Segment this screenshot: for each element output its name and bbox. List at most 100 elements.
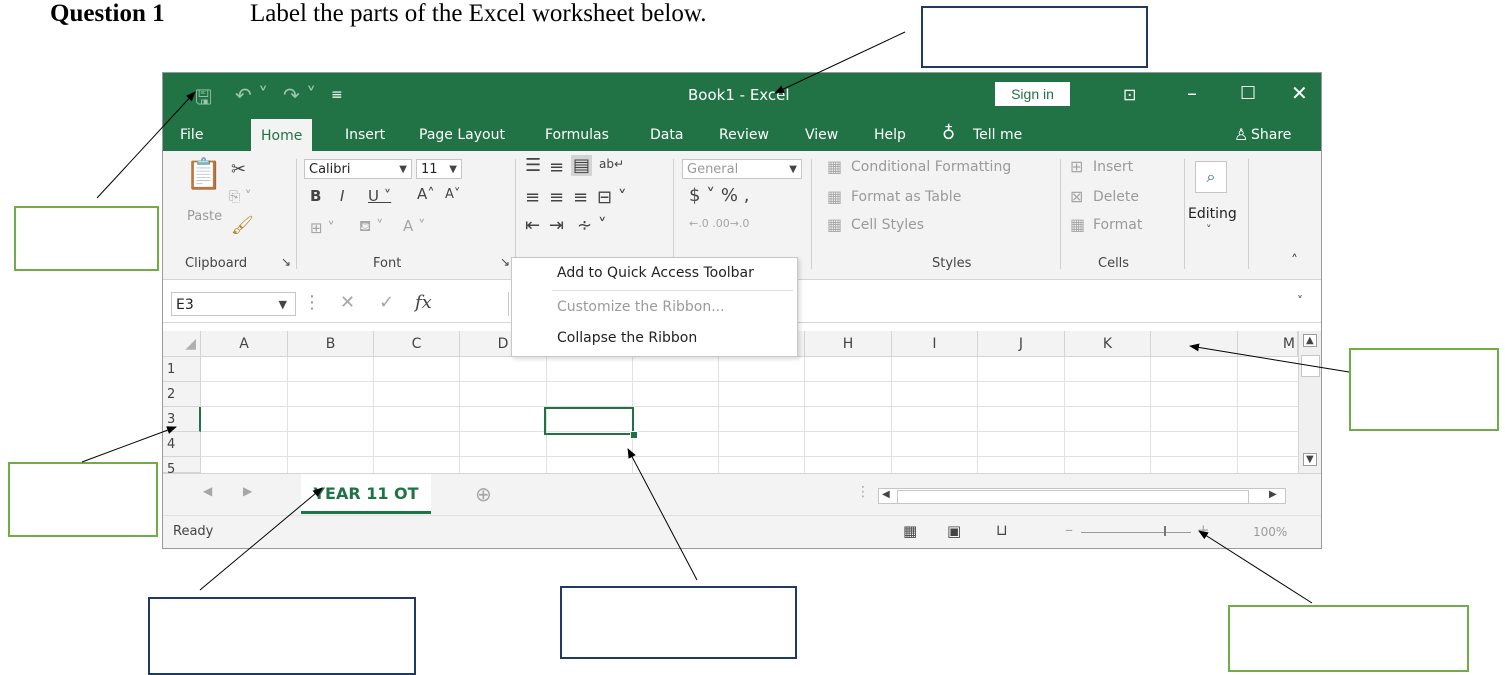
- menu-customize-ribbon[interactable]: Customize the Ribbon...: [557, 299, 725, 315]
- page-break-preview-icon[interactable]: ⊔: [996, 521, 1008, 539]
- bold-icon[interactable]: B: [310, 187, 321, 205]
- sign-in-button[interactable]: Sign in: [995, 82, 1070, 106]
- format-cells-label[interactable]: Format: [1093, 217, 1142, 233]
- tab-review[interactable]: Review: [719, 127, 769, 143]
- row-heading-5[interactable]: 5: [163, 457, 201, 477]
- answer-box-sheet-tab[interactable]: [148, 597, 416, 675]
- minimize-icon[interactable]: –: [1187, 81, 1197, 105]
- enter-icon[interactable]: ✓: [379, 292, 394, 313]
- normal-view-icon[interactable]: ▦: [903, 522, 917, 540]
- undo-icon[interactable]: ↶ ˅: [235, 83, 268, 107]
- zoom-in-icon[interactable]: +: [1197, 521, 1210, 539]
- cut-icon[interactable]: ✂: [231, 159, 246, 180]
- customize-toolbar-icon[interactable]: ≡: [331, 87, 343, 103]
- tab-data[interactable]: Data: [650, 127, 683, 143]
- column-heading-m[interactable]: M: [1238, 331, 1298, 357]
- collapse-ribbon-icon[interactable]: ˄: [1291, 253, 1298, 269]
- answer-box-zoom-slider[interactable]: [1228, 605, 1469, 672]
- horizontal-scrollbar[interactable]: ◀ ▶: [878, 488, 1286, 504]
- paste-icon[interactable]: 📋: [185, 157, 222, 192]
- tab-insert[interactable]: Insert: [345, 127, 385, 143]
- zoom-slider[interactable]: [1081, 532, 1191, 533]
- italic-icon[interactable]: I: [340, 187, 344, 205]
- close-icon[interactable]: ✕: [1291, 81, 1308, 105]
- increase-font-icon[interactable]: A˄: [417, 185, 435, 203]
- answer-box-row-heading[interactable]: [8, 462, 158, 537]
- row-heading-3[interactable]: 3: [163, 407, 201, 432]
- number-format-combo[interactable]: General ▼: [682, 159, 802, 179]
- font-launcher-icon[interactable]: ↘: [500, 255, 510, 269]
- insert-cells-label[interactable]: Insert: [1093, 159, 1133, 175]
- clipboard-launcher-icon[interactable]: ↘: [281, 255, 291, 269]
- zoom-out-icon[interactable]: –: [1065, 520, 1073, 539]
- format-cells-icon[interactable]: ▦: [1070, 215, 1085, 234]
- answer-box-quick-access-toolbar[interactable]: [14, 206, 159, 271]
- column-heading-k[interactable]: K: [1065, 331, 1151, 357]
- active-cell-e3[interactable]: [544, 407, 634, 435]
- center-icon[interactable]: ≡: [549, 187, 564, 208]
- wrap-text-icon[interactable]: ab↵: [599, 157, 624, 171]
- redo-icon[interactable]: ↷ ˅: [283, 83, 316, 107]
- tell-me-search[interactable]: Tell me: [973, 127, 1022, 143]
- align-right-icon[interactable]: ≡: [573, 187, 588, 208]
- tab-help[interactable]: Help: [874, 127, 906, 143]
- select-all-corner[interactable]: ◢: [163, 331, 201, 357]
- next-sheet-icon[interactable]: ▶: [243, 484, 252, 498]
- tab-view[interactable]: View: [805, 127, 838, 143]
- orientation-icon[interactable]: ∻ ˅: [577, 215, 607, 236]
- menu-collapse-ribbon[interactable]: Collapse the Ribbon: [557, 330, 697, 346]
- row-heading-4[interactable]: 4: [163, 432, 201, 457]
- delete-cells-icon[interactable]: ⊠: [1070, 187, 1083, 206]
- tab-home[interactable]: Home: [251, 119, 313, 151]
- format-painter-icon[interactable]: 🖌: [231, 215, 254, 236]
- column-heading-h[interactable]: H: [805, 331, 892, 357]
- underline-icon[interactable]: U ˅: [368, 187, 391, 205]
- cancel-icon[interactable]: ✕: [340, 292, 355, 313]
- column-heading-b[interactable]: B: [288, 331, 374, 357]
- zoom-level[interactable]: 100%: [1253, 525, 1287, 539]
- cell-styles-icon[interactable]: ▦: [827, 215, 842, 234]
- ribbon-display-options-icon[interactable]: ⊡: [1123, 85, 1136, 104]
- name-box[interactable]: E3 ▼: [171, 292, 296, 316]
- answer-box-title-bar[interactable]: [921, 6, 1148, 68]
- column-heading-l[interactable]: [1151, 331, 1238, 357]
- horizontal-scroll-thumb[interactable]: [897, 490, 1249, 504]
- menu-add-to-quick-access-toolbar[interactable]: Add to Quick Access Toolbar: [557, 265, 754, 281]
- font-color-icon[interactable]: A ˅: [403, 217, 426, 235]
- page-layout-view-icon[interactable]: ▣: [947, 522, 961, 540]
- conditional-formatting-icon[interactable]: ▦: [827, 157, 842, 176]
- decrease-font-icon[interactable]: A˅: [445, 187, 460, 202]
- share-button[interactable]: Share: [1251, 127, 1291, 143]
- prev-sheet-icon[interactable]: ◀: [203, 484, 212, 498]
- vertical-scroll-thumb[interactable]: [1301, 355, 1320, 377]
- merge-center-icon[interactable]: ⊟ ˅: [597, 187, 627, 208]
- editing-label[interactable]: Editing: [1188, 206, 1237, 222]
- column-heading-i[interactable]: I: [892, 331, 978, 357]
- scroll-up-icon[interactable]: ▲: [1303, 334, 1317, 347]
- copy-icon[interactable]: ⎘ ˅: [229, 189, 252, 205]
- format-as-table-icon[interactable]: ▦: [827, 187, 842, 206]
- find-icon[interactable]: ⌕: [1195, 161, 1227, 193]
- column-heading-c[interactable]: C: [374, 331, 460, 357]
- top-align-icon[interactable]: ☰: [525, 155, 541, 176]
- conditional-formatting-label[interactable]: Conditional Formatting: [851, 159, 1011, 175]
- delete-cells-label[interactable]: Delete: [1093, 189, 1139, 205]
- new-sheet-icon[interactable]: ⊕: [475, 482, 492, 506]
- scroll-left-icon[interactable]: ◀: [882, 489, 890, 500]
- borders-icon[interactable]: ⊞ ˅: [310, 219, 335, 237]
- save-icon[interactable]: 🖫: [195, 83, 212, 117]
- tab-formulas[interactable]: Formulas: [545, 127, 609, 143]
- fill-handle[interactable]: [630, 431, 638, 439]
- zoom-slider-thumb[interactable]: [1164, 526, 1166, 536]
- decrease-indent-icon[interactable]: ⇤: [525, 215, 540, 236]
- tab-file[interactable]: File: [180, 127, 203, 143]
- answer-box-active-cell[interactable]: [560, 586, 797, 659]
- scroll-right-icon[interactable]: ▶: [1269, 489, 1277, 500]
- currency-icon[interactable]: $ ˅ % ,: [689, 185, 749, 206]
- fill-color-icon[interactable]: ⛾ ˅: [359, 217, 384, 237]
- answer-box-column-heading[interactable]: [1349, 348, 1499, 431]
- editing-dropdown-icon[interactable]: ˅: [1206, 223, 1212, 236]
- insert-cells-icon[interactable]: ⊞: [1070, 157, 1083, 176]
- align-left-icon[interactable]: ≡: [525, 187, 540, 208]
- decimal-icons[interactable]: ←.0 .00→.0: [689, 217, 749, 230]
